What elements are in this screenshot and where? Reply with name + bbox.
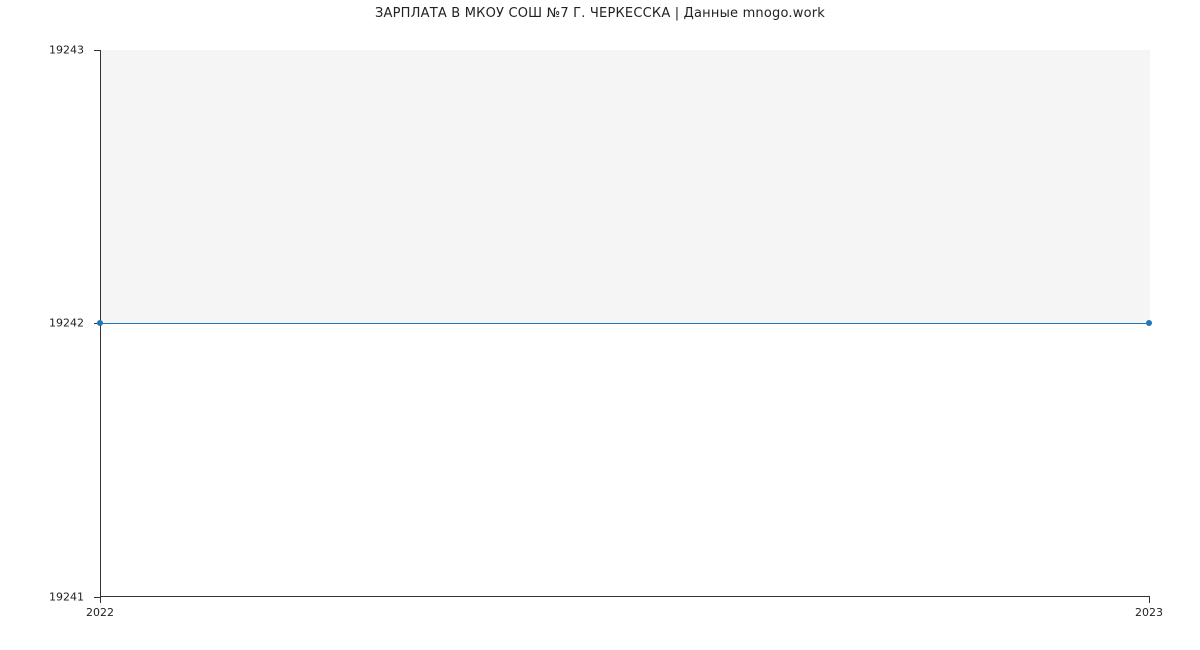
series-line [100, 323, 1150, 324]
salary-chart: ЗАРПЛАТА В МКОУ СОШ №7 Г. ЧЕРКЕССКА | Да… [0, 0, 1200, 650]
y-tick-label: 19241 [0, 591, 92, 604]
data-point [97, 320, 103, 326]
x-tick-label: 2022 [86, 606, 114, 619]
x-tick-label: 2023 [1135, 606, 1163, 619]
y-tick-label: 19242 [0, 317, 92, 330]
x-tick [100, 597, 101, 603]
data-point [1146, 320, 1152, 326]
chart-title: ЗАРПЛАТА В МКОУ СОШ №7 Г. ЧЕРКЕССКА | Да… [0, 6, 1200, 21]
y-tick [94, 50, 100, 51]
y-tick-label: 19243 [0, 44, 92, 57]
x-tick [1149, 597, 1150, 603]
